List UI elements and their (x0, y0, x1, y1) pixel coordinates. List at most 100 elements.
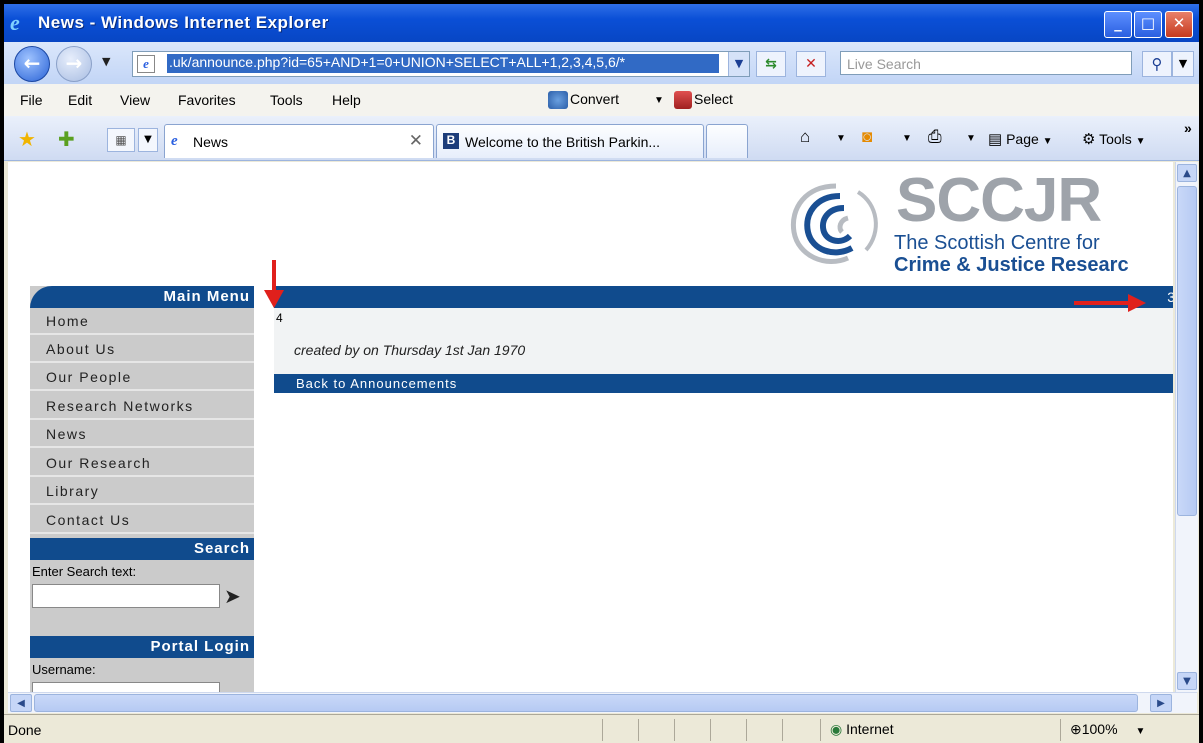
scroll-left-icon[interactable]: ◀ (10, 694, 32, 712)
zoom-icon: ⊕ (1070, 721, 1082, 737)
scroll-right-icon[interactable]: ▶ (1150, 694, 1172, 712)
status-divider (746, 719, 747, 741)
status-divider (782, 719, 783, 741)
announcement-meta: created by on Thursday 1st Jan 1970 (294, 342, 526, 358)
page-icon: ▤ (988, 131, 1003, 148)
logo-subtitle-line1: The Scottish Centre for (894, 232, 1100, 254)
address-input[interactable]: .uk/announce.php?id=65+AND+1=0+UNION+SEL… (167, 54, 719, 73)
search-icon[interactable]: ⚲ (1142, 51, 1172, 77)
tab-close-icon[interactable]: ✕ (409, 131, 423, 151)
nav-our-research[interactable]: Our Research (30, 450, 254, 477)
favorites-center-icon[interactable]: ★ (18, 127, 36, 151)
convert-label: Convert (570, 91, 620, 107)
select-icon (674, 91, 692, 110)
search-go-arrow-icon[interactable]: ➤ (224, 584, 241, 608)
nav-library[interactable]: Library (30, 478, 254, 505)
status-text: Done (8, 722, 42, 738)
address-bar[interactable]: e .uk/announce.php?id=65+AND+1=0+UNION+S… (132, 51, 750, 77)
username-input[interactable] (32, 682, 220, 692)
forward-button[interactable]: → (56, 46, 92, 82)
stop-icon[interactable]: ✕ (796, 51, 826, 77)
horizontal-scrollbar[interactable]: ◀ ▶ (8, 692, 1197, 713)
add-favorite-icon[interactable]: ✚ (58, 127, 75, 151)
back-button[interactable]: ← (14, 46, 50, 82)
menu-tools[interactable]: Tools (270, 92, 303, 108)
convert-dropdown-icon[interactable]: ▼ (654, 95, 664, 106)
tab-row: ★ ✚ ▦ ▼ e News ✕ B Welcome to the Britis… (4, 116, 1199, 161)
maximize-button[interactable]: □ (1134, 11, 1162, 38)
announcement-id-value: 4 (276, 311, 283, 325)
vertical-scrollbar[interactable]: ▲ ▼ (1175, 162, 1198, 692)
status-divider (602, 719, 603, 741)
sidebar: Main Menu Home About Us Our People Resea… (30, 286, 254, 692)
search-options-icon[interactable]: ▼ (1172, 51, 1194, 77)
quick-tabs-icon[interactable]: ▦ (107, 128, 135, 152)
address-dropdown-icon[interactable]: ▼ (728, 52, 749, 76)
search-heading: Search (30, 538, 254, 560)
search-input[interactable]: Live Search (840, 51, 1132, 75)
status-divider (1060, 719, 1061, 741)
zoom-control[interactable]: ⊕100% ▼ (1070, 721, 1145, 738)
tab-list-icon[interactable]: ▼ (138, 128, 158, 152)
nav-contact-us[interactable]: Contact Us (30, 507, 254, 534)
scroll-down-icon[interactable]: ▼ (1177, 672, 1197, 690)
main-menu-heading: Main Menu (30, 286, 254, 308)
menu-view[interactable]: View (120, 92, 150, 108)
tools-menu[interactable]: ⚙ Tools ▼ (1082, 130, 1146, 148)
feeds-icon[interactable]: ◙ (862, 127, 872, 147)
nav-home[interactable]: Home (30, 308, 254, 335)
horizontal-scroll-thumb[interactable] (34, 694, 1138, 712)
tab-label: News (193, 134, 229, 150)
nav-our-people[interactable]: Our People (30, 364, 254, 391)
vertical-scroll-thumb[interactable] (1177, 186, 1197, 516)
menu-file[interactable]: File (20, 92, 43, 108)
scroll-up-icon[interactable]: ▲ (1177, 164, 1197, 182)
convert-button[interactable]: Convert (548, 91, 620, 110)
announcement-header-value: 3 (1167, 289, 1173, 305)
status-divider (710, 719, 711, 741)
announcement-body: 4 created by on Thursday 1st Jan 1970 (274, 308, 1173, 374)
menu-bar: File Edit View Favorites Tools Help Conv… (4, 84, 1199, 117)
page-menu[interactable]: ▤ Page ▼ (988, 130, 1053, 148)
back-to-announcements-link[interactable]: Back to Announcements (274, 374, 1173, 393)
b-site-icon: B (443, 133, 459, 149)
portal-login-heading: Portal Login (30, 636, 254, 658)
announcement-header: 3 (274, 286, 1173, 308)
print-icon[interactable]: ⎙ (928, 127, 942, 147)
ie-page-icon: e (171, 133, 178, 149)
site-search-input[interactable] (32, 584, 220, 608)
convert-icon (548, 91, 568, 110)
home-icon[interactable]: ⌂ (800, 127, 810, 147)
new-tab[interactable] (706, 124, 748, 158)
chevron-more-icon[interactable]: » (1184, 120, 1192, 136)
globe-icon: ◉ (830, 721, 843, 737)
nav-research-networks[interactable]: Research Networks (30, 393, 254, 420)
menu-help[interactable]: Help (332, 92, 361, 108)
security-zone[interactable]: ◉ Internet (830, 721, 894, 738)
status-divider (674, 719, 675, 741)
minimize-button[interactable]: _ (1104, 11, 1132, 38)
logo-subtitle-line2: Crime & Justice Researc (894, 254, 1129, 276)
home-dropdown-icon[interactable]: ▼ (836, 133, 846, 144)
select-button[interactable]: Select (674, 91, 733, 110)
red-down-arrow-icon (264, 260, 284, 308)
zone-label: Internet (846, 721, 894, 737)
history-dropdown-icon[interactable]: ▼ (102, 55, 110, 68)
ie-window: e News - Windows Internet Explorer _ □ ✕… (4, 4, 1199, 743)
print-dropdown-icon[interactable]: ▼ (966, 133, 976, 144)
nav-about-us[interactable]: About Us (30, 336, 254, 363)
close-button[interactable]: ✕ (1165, 11, 1193, 38)
nav-news[interactable]: News (30, 421, 254, 448)
title-bar[interactable]: e News - Windows Internet Explorer _ □ ✕ (4, 4, 1199, 42)
sccjr-swirl-logo (790, 183, 878, 265)
menu-edit[interactable]: Edit (68, 92, 92, 108)
logo-wordmark: SCCJR (896, 166, 1102, 235)
search-label: Enter Search text: (32, 564, 137, 579)
tab-news[interactable]: e News ✕ (164, 124, 434, 158)
refresh-icon[interactable]: ⇆ (756, 51, 786, 77)
ie-logo-icon: e (10, 10, 20, 35)
page-content: SCCJR The Scottish Centre for Crime & Ju… (8, 162, 1173, 692)
tab-british-parking[interactable]: B Welcome to the British Parkin... (436, 124, 704, 158)
menu-favorites[interactable]: Favorites (178, 92, 236, 108)
feeds-dropdown-icon[interactable]: ▼ (902, 133, 912, 144)
